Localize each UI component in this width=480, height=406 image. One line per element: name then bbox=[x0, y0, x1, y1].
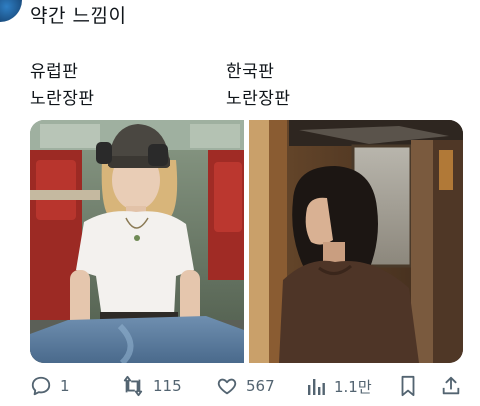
views-count: 1.1만 bbox=[334, 377, 372, 396]
photo-europe[interactable] bbox=[30, 120, 244, 363]
bookmark-button[interactable] bbox=[398, 372, 418, 400]
reply-icon bbox=[30, 375, 52, 397]
like-count: 567 bbox=[246, 377, 275, 395]
retweet-button[interactable]: 115 bbox=[121, 372, 182, 400]
share-icon bbox=[440, 375, 462, 397]
bookmark-icon bbox=[398, 375, 418, 397]
caption-europe: 유럽판 노란장판 bbox=[30, 59, 95, 113]
caption-korea-line2: 노란장판 bbox=[226, 89, 291, 109]
caption-korea-line1: 한국판 bbox=[226, 62, 275, 82]
post-container: 약간 느낌이 유럽판 노란장판 한국판 노란장판 1 115 567 1.1만 bbox=[0, 0, 480, 406]
caption-korea: 한국판 노란장판 bbox=[226, 59, 291, 113]
share-button[interactable] bbox=[440, 372, 462, 400]
action-bar: 1 115 567 1.1만 bbox=[30, 372, 464, 400]
reply-button[interactable]: 1 bbox=[30, 372, 70, 400]
like-button[interactable]: 567 bbox=[216, 372, 275, 400]
photo-korea[interactable] bbox=[249, 120, 463, 363]
views-icon bbox=[306, 375, 326, 397]
retweet-icon bbox=[121, 375, 145, 397]
caption-europe-line1: 유럽판 bbox=[30, 62, 79, 82]
avatar[interactable] bbox=[0, 0, 22, 22]
post-text: 약간 느낌이 bbox=[30, 5, 127, 27]
retweet-count: 115 bbox=[153, 377, 182, 395]
heart-icon bbox=[216, 375, 238, 397]
views-button[interactable]: 1.1만 bbox=[306, 372, 372, 400]
media-grid bbox=[30, 120, 463, 363]
caption-europe-line2: 노란장판 bbox=[30, 89, 95, 109]
reply-count: 1 bbox=[60, 377, 70, 395]
